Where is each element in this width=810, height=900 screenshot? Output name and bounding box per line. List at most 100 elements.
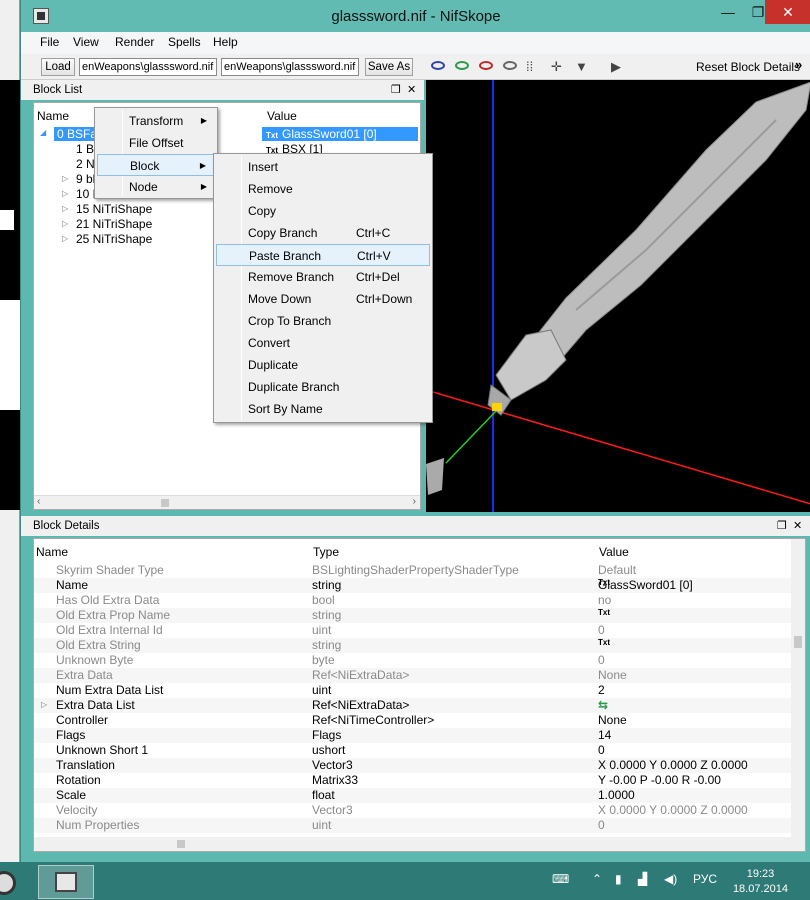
tree-row-name: 2 NiStringExtraData — [76, 157, 94, 171]
eye-blue-icon[interactable] — [431, 61, 445, 70]
menu-item-convert[interactable]: Convert — [216, 332, 430, 354]
details-hscroll[interactable] — [34, 837, 793, 851]
scroll-thumb[interactable] — [161, 499, 169, 507]
table-row[interactable]: Num Extra Data List uint 2 — [34, 683, 794, 698]
expand-arrow-icon[interactable]: ▷ — [62, 174, 68, 183]
table-row[interactable]: Translation Vector3 X 0.0000 Y 0.0000 Z 0.… — [34, 758, 794, 773]
menu-item-duplicate-branch[interactable]: Duplicate Branch — [216, 376, 430, 398]
table-row[interactable]: Flags Flags 14 — [34, 728, 794, 743]
expand-arrow-icon[interactable]: ▷ — [62, 234, 68, 243]
expand-arrow-icon[interactable]: ▷ — [62, 204, 68, 213]
scroll-thumb[interactable] — [177, 840, 185, 848]
block-list-header: Block List ❐ ✕ — [21, 80, 424, 100]
render-viewport[interactable] — [426, 80, 810, 512]
scroll-thumb[interactable] — [794, 636, 802, 648]
menu-item-paste-branch[interactable]: Paste Branch Ctrl+V — [216, 244, 430, 266]
clock[interactable]: 19:23 18.07.2014 — [733, 867, 788, 897]
keyboard-icon[interactable]: ⌨ — [552, 872, 569, 886]
table-row[interactable]: Has Old Extra Data bool no — [34, 593, 794, 608]
nifskope-taskbar-icon[interactable] — [38, 865, 94, 899]
eye-red-icon[interactable] — [479, 61, 493, 70]
battery-icon[interactable]: ▮ — [615, 872, 622, 886]
details-vscroll[interactable] — [791, 539, 805, 851]
table-row[interactable]: Num Properties uint 0 — [34, 818, 794, 833]
scroll-left-icon[interactable]: ‹ — [37, 496, 40, 507]
block-list-hscroll[interactable]: ‹ › — [34, 495, 420, 509]
link-icon[interactable]: ⇆ — [598, 698, 608, 712]
save-as-button[interactable]: Save As — [365, 58, 413, 76]
tree-row-name: 9 bhkCollisionObject — [76, 172, 94, 186]
menu-item-crop-to-branch[interactable]: Crop To Branch — [216, 310, 430, 332]
table-row[interactable]: Unknown Byte byte 0 — [34, 653, 794, 668]
toolbar: Load enWeapons\glasssword.nif enWeapons\… — [21, 54, 810, 80]
close-panel-icon[interactable]: ✕ — [793, 516, 802, 536]
reset-block-details-button[interactable]: Reset Block Details — [696, 60, 800, 74]
close-button[interactable]: ✕ — [765, 0, 810, 24]
steam-icon[interactable] — [0, 865, 24, 899]
toolbar-overflow-icon[interactable]: » — [795, 57, 802, 72]
menu-item-copy-branch[interactable]: Copy Branch Ctrl+C — [216, 222, 430, 244]
load-button[interactable]: Load — [41, 58, 75, 76]
chevron-down-icon[interactable]: ▼ — [575, 59, 588, 74]
menu-render[interactable]: Render — [115, 35, 154, 49]
language-indicator[interactable]: РУС — [693, 872, 717, 886]
tree-row[interactable]: ◢ 0 BSFadeNode TxtGlassSword01 [0] — [34, 127, 422, 142]
menu-item-remove[interactable]: Remove — [216, 178, 430, 200]
scroll-right-icon[interactable]: › — [413, 496, 416, 507]
axes-icon[interactable]: ✛ — [551, 59, 562, 75]
nifskope-window: glasssword.nif - NifSkope — ❐ ✕ File Vie… — [20, 0, 810, 862]
table-row[interactable]: ▷ Extra Data List Ref<NiExtraData> ⇆ — [34, 698, 794, 713]
table-row[interactable]: Velocity Vector3 X 0.0000 Y 0.0000 Z 0.000… — [34, 803, 794, 818]
menu-file[interactable]: File — [40, 35, 59, 49]
col-name-header[interactable]: Name — [36, 545, 68, 559]
table-row[interactable]: Name string Txt GlassSword01 [0] — [34, 578, 794, 593]
menu-item-block[interactable]: Block ▶ — [97, 154, 215, 176]
table-row[interactable]: Unknown Short 1 ushort 0 — [34, 743, 794, 758]
expand-arrow-icon[interactable]: ◢ — [40, 128, 46, 137]
menu-item-insert[interactable]: Insert — [216, 156, 430, 178]
title-bar: glasssword.nif - NifSkope — ❐ ✕ — [21, 0, 810, 32]
volume-icon[interactable]: ◀) — [664, 872, 677, 886]
footprints-icon[interactable]: ⁞⁞ — [526, 59, 533, 74]
expand-arrow-icon[interactable]: ▷ — [62, 219, 68, 228]
sword-render — [426, 80, 810, 512]
float-icon[interactable]: ❐ — [777, 516, 787, 536]
col-type-header[interactable]: Type — [313, 545, 339, 559]
menu-view[interactable]: View — [73, 35, 99, 49]
table-row[interactable]: Scale float 1.0000 — [34, 788, 794, 803]
play-icon[interactable]: ▶ — [611, 59, 621, 75]
table-row[interactable]: Skyrim Shader Type BSLightingShaderProper… — [34, 563, 794, 578]
table-row[interactable]: Old Extra Internal Id uint 0 — [34, 623, 794, 638]
col-value-header[interactable]: Value — [599, 545, 629, 559]
table-row[interactable]: Old Extra Prop Name string Txt — [34, 608, 794, 623]
minimize-button[interactable]: — — [713, 0, 743, 24]
col-value-header[interactable]: Value — [267, 109, 297, 123]
load-path-field[interactable]: enWeapons\glasssword.nif — [79, 58, 217, 76]
menu-item-move-down[interactable]: Move Down Ctrl+Down — [216, 288, 430, 310]
chevron-right-icon: ▶ — [200, 182, 207, 191]
menu-item-duplicate[interactable]: Duplicate — [216, 354, 430, 376]
table-row[interactable]: Extra Data Ref<NiExtraData> None — [34, 668, 794, 683]
menu-item-file-offset[interactable]: File Offset — [97, 132, 215, 154]
table-row[interactable]: Rotation Matrix33 Y -0.00 P -0.00 R -0.00 — [34, 773, 794, 788]
float-icon[interactable]: ❐ — [391, 80, 401, 100]
table-row[interactable]: Old Extra String string Txt — [34, 638, 794, 653]
expand-arrow-icon[interactable]: ▷ — [62, 189, 68, 198]
eye-gray-icon[interactable] — [503, 61, 517, 70]
menu-item-remove-branch[interactable]: Remove Branch Ctrl+Del — [216, 266, 430, 288]
signal-icon[interactable]: ▟ — [638, 872, 647, 886]
expand-arrow-icon[interactable]: ▷ — [41, 700, 47, 709]
close-panel-icon[interactable]: ✕ — [407, 80, 416, 100]
menu-item-transform[interactable]: Transform ▶ — [97, 110, 215, 132]
col-name-header[interactable]: Name — [37, 109, 69, 123]
eye-green-icon[interactable] — [455, 61, 469, 70]
chevron-up-icon[interactable]: ⌃ — [592, 872, 602, 886]
menu-item-node[interactable]: Node ▶ — [97, 176, 215, 198]
block-details-title: Block Details — [33, 520, 100, 532]
menu-spells[interactable]: Spells — [168, 35, 201, 49]
menu-help[interactable]: Help — [213, 35, 238, 49]
menu-item-sort-by-name[interactable]: Sort By Name — [216, 398, 430, 420]
table-row[interactable]: Controller Ref<NiTimeController> None — [34, 713, 794, 728]
save-path-field[interactable]: enWeapons\glasssword.nif — [221, 58, 359, 76]
menu-item-copy[interactable]: Copy — [216, 200, 430, 222]
